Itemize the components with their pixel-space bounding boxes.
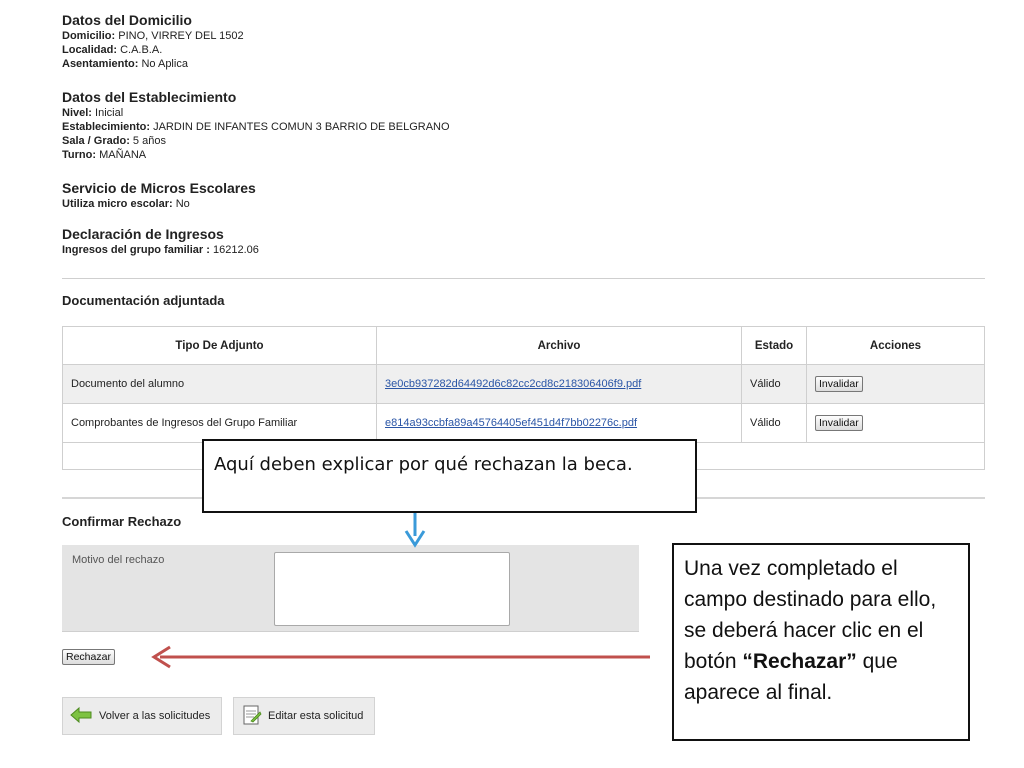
archivo-cell: e814a93ccbfa89a45764405ef451d4f7bb02276c… — [376, 403, 742, 443]
table-header-row: Tipo De Adjunto Archivo Estado Acciones — [62, 326, 985, 365]
callout-explicar: Aquí deben explicar por qué rechazan la … — [202, 439, 697, 513]
field-value: No Aplica — [141, 58, 188, 70]
invalidar-button[interactable]: Invalidar — [815, 376, 863, 392]
file-link[interactable]: 3e0cb937282d64492d6c82cc2cd8c218306406f9… — [385, 378, 641, 390]
file-link[interactable]: e814a93ccbfa89a45764405ef451d4f7bb02276c… — [385, 417, 637, 429]
establecimiento-title: Datos del Establecimiento — [62, 89, 237, 105]
field-label: Ingresos del grupo familiar : — [62, 244, 210, 256]
field-label: Turno: — [62, 149, 97, 161]
domicilio-section: Datos del Domicilio Domicilio: PINO, VIR… — [62, 12, 244, 71]
field-value: MAÑANA — [99, 149, 147, 161]
table-row: Comprobantes de Ingresos del Grupo Famil… — [62, 403, 985, 443]
domicilio-title: Datos del Domicilio — [62, 12, 192, 28]
field-label: Domicilio: — [62, 30, 116, 42]
estado-cell: Válido — [741, 364, 807, 404]
motivo-label: Motivo del rechazo — [72, 554, 165, 566]
column-header: Acciones — [806, 326, 985, 365]
editar-button[interactable]: Editar esta solicitud — [233, 697, 375, 735]
editar-label: Editar esta solicitud — [268, 710, 364, 722]
asentamiento-line: Asentamiento: No Aplica — [62, 57, 244, 71]
micros-title: Servicio de Micros Escolares — [62, 180, 256, 196]
field-label: Nivel: — [62, 107, 92, 119]
volver-label: Volver a las solicitudes — [99, 710, 211, 722]
field-label: Sala / Grado: — [62, 135, 130, 147]
rechazar-button[interactable]: Rechazar — [62, 649, 115, 665]
tipo-cell: Documento del alumno — [62, 364, 377, 404]
callout-bold-text: “Rechazar” — [742, 650, 857, 673]
sala-line: Sala / Grado: 5 años — [62, 134, 450, 148]
callout-text: Aquí deben explicar por qué rechazan la … — [214, 454, 633, 475]
edit-document-icon — [240, 704, 262, 729]
confirmar-rechazo-title: Confirmar Rechazo — [62, 514, 182, 529]
micro-line: Utiliza micro escolar: No — [62, 197, 256, 211]
field-value: Inicial — [95, 107, 124, 119]
column-header: Archivo — [376, 326, 742, 365]
field-value: JARDIN DE INFANTES COMUN 3 BARRIO DE BEL… — [153, 121, 450, 133]
establecimiento-line: Establecimiento: JARDIN DE INFANTES COMU… — [62, 120, 450, 134]
nivel-line: Nivel: Inicial — [62, 106, 450, 120]
establecimiento-section: Datos del Establecimiento Nivel: Inicial… — [62, 89, 450, 162]
field-value: 16212.06 — [212, 244, 259, 256]
tipo-cell: Comprobantes de Ingresos del Grupo Famil… — [62, 403, 377, 443]
invalidar-button[interactable]: Invalidar — [815, 415, 863, 431]
column-header: Tipo De Adjunto — [62, 326, 377, 365]
estado-cell: Válido — [741, 403, 807, 443]
back-arrow-icon — [69, 706, 93, 727]
motivo-textarea[interactable] — [274, 552, 510, 626]
field-value: 5 años — [132, 135, 166, 147]
acciones-cell: Invalidar — [806, 364, 985, 404]
blue-down-arrow — [404, 513, 426, 548]
field-value: C.A.B.A. — [120, 44, 163, 56]
field-label: Utiliza micro escolar: — [62, 198, 173, 210]
column-header: Estado — [741, 326, 807, 365]
reject-panel: Motivo del rechazo — [62, 545, 639, 632]
ingresos-section: Declaración de Ingresos Ingresos del gru… — [62, 226, 259, 257]
documentacion-title: Documentación adjuntada — [62, 293, 225, 308]
field-value: PINO, VIRREY DEL 1502 — [118, 30, 244, 42]
divider — [62, 278, 985, 279]
field-label: Asentamiento: — [62, 58, 139, 70]
ingresos-line: Ingresos del grupo familiar : 16212.06 — [62, 243, 259, 257]
acciones-cell: Invalidar — [806, 403, 985, 443]
turno-line: Turno: MAÑANA — [62, 148, 450, 162]
volver-button[interactable]: Volver a las solicitudes — [62, 697, 222, 735]
red-left-arrow — [151, 645, 650, 669]
callout-rechazar: Una vez completado el campo destinado pa… — [672, 543, 970, 741]
field-value: No — [175, 198, 190, 210]
domicilio-line: Domicilio: PINO, VIRREY DEL 1502 — [62, 29, 244, 43]
localidad-line: Localidad: C.A.B.A. — [62, 43, 244, 57]
archivo-cell: 3e0cb937282d64492d6c82cc2cd8c218306406f9… — [376, 364, 742, 404]
ingresos-title: Declaración de Ingresos — [62, 226, 224, 242]
field-label: Establecimiento: — [62, 121, 151, 133]
table-row: Documento del alumno 3e0cb937282d64492d6… — [62, 364, 985, 404]
field-label: Localidad: — [62, 44, 118, 56]
micros-section: Servicio de Micros Escolares Utiliza mic… — [62, 180, 256, 211]
